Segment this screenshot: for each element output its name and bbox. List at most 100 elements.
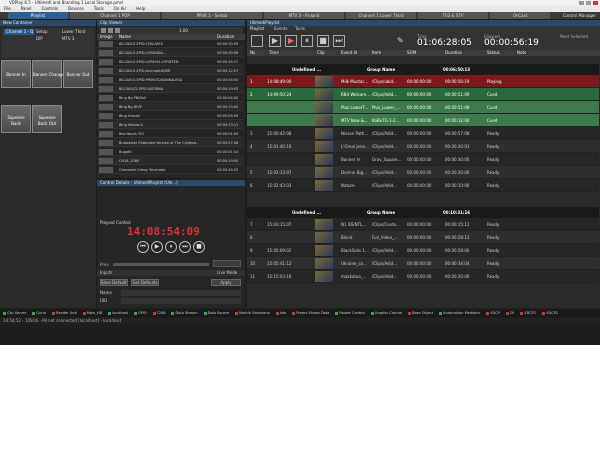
clip-row[interactable]: Bing Bg PB/Bell 00:00:04:00 (97, 94, 243, 102)
col-note[interactable]: Note (517, 50, 526, 56)
clip-row[interactable]: Bing Bg DIVE 00:00:13:00 (97, 103, 243, 111)
playlist-row[interactable]: 1 14:08:49:00 Milk Mustac.../Clips/ubid...… (247, 75, 599, 88)
playlist-row[interactable]: Banner In Grav_Square... 00:00:00:00 00:00:… (247, 153, 599, 166)
tab-playlist[interactable]: Playlist (8, 12, 68, 19)
clip-row[interactable]: Bocriborts YO! 00:00:01:09 (97, 130, 243, 138)
col-som[interactable]: SOM (407, 50, 416, 56)
device-status-item[interactable]: VDCP (486, 311, 500, 315)
clip-row[interactable]: Chevrolet Chevy Silverado 00:00:45:03 (97, 166, 243, 174)
device-status-item[interactable]: Render Unit (52, 311, 77, 315)
device-status-item[interactable]: Graphic Control (370, 311, 402, 315)
name-field[interactable] (121, 290, 241, 296)
group-header-1[interactable]: Undefined ... Group Name 00:06:50:13 (247, 64, 599, 75)
col-time[interactable]: Time (269, 50, 279, 56)
save-defaults-button[interactable]: Save Defaults (100, 279, 128, 286)
playlist-row[interactable]: 8 Blend Full_Video_... 00:00:00:00 00:00:28:… (247, 231, 599, 244)
col-event-id[interactable]: Event Id (341, 50, 357, 56)
uid-field[interactable] (121, 298, 241, 304)
device-status-item[interactable]: Madrid Samstona (235, 311, 270, 315)
device-status-item[interactable]: Main_HD (82, 311, 102, 315)
device-status-item[interactable]: Router Control (335, 311, 365, 315)
squeeze-back-out-button[interactable]: Squeeze Back Out (32, 105, 62, 133)
playlist-row[interactable]: 5 15:02:13:07 Dorline Big... /Clips/Adid...… (247, 166, 599, 179)
clip-row[interactable]: CH16_1080 00:00:19:00 (97, 157, 243, 165)
clip-row[interactable]: BG-DAY-S-EPID-F2KLAM.E 00:00:30:05 (97, 40, 243, 48)
live-mode-checkbox[interactable]: Live Mode (217, 270, 245, 276)
tree-item-dip[interactable]: DIP (36, 36, 60, 42)
device-status-item[interactable]: localhost (108, 311, 128, 315)
playlist-row[interactable]: 2 14:09:50:24 RB4 Welcom.../Clips/Adid... 0… (247, 88, 599, 101)
get-defaults-button[interactable]: Get Defaults (131, 279, 159, 286)
close-button[interactable] (593, 1, 598, 5)
banner-out-button[interactable]: Banner Out (63, 60, 93, 88)
device-status-item[interactable]: Base Object (408, 311, 433, 315)
col-clip[interactable]: Clip (317, 50, 325, 56)
next-button[interactable]: ⏭ (179, 241, 191, 253)
zoom-value[interactable]: 1.00 (179, 27, 199, 34)
playlist-row[interactable]: 10 15:05:41:12 Ukraine_co... /Clips/Adid...… (247, 257, 599, 270)
tree-item-mtv3[interactable]: MTV 3 (62, 36, 92, 42)
tab-channel-1-lower-third[interactable]: Channel 1 Lower Third (346, 12, 416, 19)
playlist-row[interactable]: MTV Now &... KaBoTG 1-2... 00:00:00:00 00:0… (247, 114, 599, 127)
device-status-item[interactable]: T208 (152, 311, 165, 315)
refresh-icon[interactable] (108, 28, 113, 33)
tab-events[interactable]: Events (274, 26, 288, 32)
filter-icon[interactable] (115, 28, 120, 33)
tab-tools[interactable]: Tools (295, 26, 305, 32)
tab-oncast[interactable]: OnCast (490, 12, 550, 19)
tab-playlist-view[interactable]: Playlist (250, 26, 264, 32)
clip-row[interactable]: BG-DAY-S2-EPID-KATRINA 00:00:19:03 (97, 85, 243, 93)
folder-icon[interactable] (101, 28, 106, 33)
tree-item-setup[interactable]: Setup (36, 29, 60, 35)
stop-playlist-button[interactable]: ■ (317, 35, 329, 47)
output-select[interactable] (213, 260, 241, 267)
control-manager-label[interactable]: Control Manager (563, 13, 596, 19)
tab-tv3-stv[interactable]: TV3 & STV (418, 12, 488, 19)
play-playlist-button[interactable]: ▶ (285, 35, 297, 47)
tab-mtv3-finland[interactable]: MTV 3 - Finland (264, 12, 344, 19)
col-status[interactable]: Status (487, 50, 500, 56)
device-status-item[interactable]: Info (275, 311, 286, 315)
clip-row[interactable]: Budweiser Extended Version of The Clydes… (97, 139, 243, 147)
maximize-button[interactable] (586, 1, 591, 5)
playlist-row[interactable]: Plus LowerT... Plus_Lower_... 00:00:00:00 0… (247, 101, 599, 114)
playlist-row[interactable]: 11 15:15:03:16 makkatoo_... /Clips/Adid... 0… (247, 270, 599, 283)
previous-button[interactable]: ⏮ (137, 241, 149, 253)
squeeze-back-button[interactable]: Squeeze Back (1, 105, 31, 133)
playlist-row[interactable]: 9 15:05:09:02 BlackSails 1.../Clips/Adid..… (247, 244, 599, 257)
clip-row[interactable]: BG-DAY-S-EPID-AnimatedCBB 00:00:12:07 (97, 67, 243, 75)
col-duration[interactable]: Duration (445, 50, 462, 56)
banner-in-button[interactable]: Banner In (1, 60, 31, 88)
device-status-item[interactable]: Data Source (203, 311, 229, 315)
device-status-item[interactable]: VDCP1 (520, 311, 536, 315)
playlist-row[interactable]: 4 15:01:40:16 L'Oreal Jenn.../Clips/Adid..… (247, 140, 599, 153)
edit-icon[interactable]: ✎ (397, 35, 407, 47)
clip-row[interactable]: Bing Hawaii 00:00:05:09 (97, 112, 243, 120)
clip-row[interactable]: Bing Malvac's 00:00:13:11 (97, 121, 243, 129)
playlist-row[interactable]: 6 15:02:43:03 Nature/Clips/Adid... 00:00:00… (247, 179, 599, 192)
device-status-item[interactable]: Gurut (32, 311, 46, 315)
apply-button[interactable]: Apply (211, 279, 241, 286)
device-status-item[interactable]: CII (505, 311, 514, 315)
playlist-row[interactable]: 3 15:00:42:08 Nissan Path.../Clips/Adid...… (247, 127, 599, 140)
list-icon[interactable] (251, 35, 263, 47)
clip-row[interactable]: BG-DAY-S-EPID-LOREM4-VIP1BTEN 00:00:45:17 (97, 58, 243, 66)
play-button[interactable]: ▶ (151, 241, 163, 253)
device-status-item[interactable]: Data Stream (171, 311, 198, 315)
tab-channel-1-pop[interactable]: Channel 1 POP (70, 12, 160, 19)
group-header-2[interactable]: Undefined ... Group Name 00:10:31:16 (247, 207, 599, 218)
col-no[interactable]: No (250, 50, 255, 56)
banner-change-button[interactable]: Banner Change (32, 60, 64, 88)
device-status-item[interactable]: Clip Server (3, 311, 26, 315)
device-status-item[interactable]: GPIO (134, 311, 147, 315)
position-slider[interactable] (113, 263, 209, 266)
playlist-row[interactable]: 7 15:03:15:07 N1 IDENTL... /Clips/Conte... 0… (247, 218, 599, 231)
col-item[interactable]: Item (372, 50, 381, 56)
pause-button[interactable]: ⏸ (165, 241, 177, 253)
tab-prva-serbia[interactable]: PRVA 1 - Serbia (162, 12, 262, 19)
minimize-button[interactable] (579, 1, 584, 5)
device-status-item[interactable]: VDCP2 (542, 311, 558, 315)
device-status-item[interactable]: Automation Mediator (439, 311, 480, 315)
skip-button[interactable]: ⏭ (333, 35, 345, 47)
clip-row[interactable]: BG-DAY-S-EPID-LORENDA... 00:00:30:06 (97, 49, 243, 57)
